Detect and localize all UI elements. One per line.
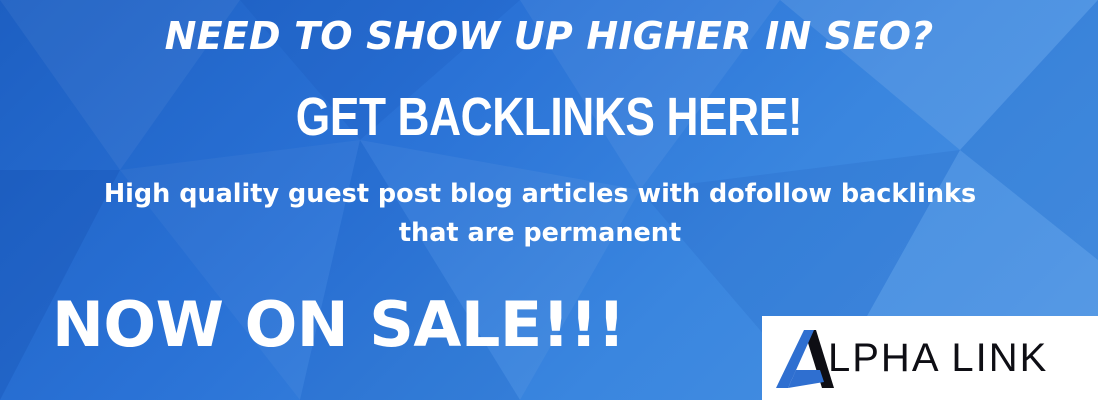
headline-main: GET BACKLINKS HERE!: [295, 87, 803, 147]
subtitle-line-2: that are permanent: [398, 218, 682, 248]
sale-text: NOW ON SALE!!!: [52, 288, 626, 361]
alpha-a-icon: [776, 330, 834, 388]
alpha-link-logo: LPHA LINK: [762, 316, 1098, 400]
logo-text: LPHA LINK: [828, 336, 1049, 380]
subtitle-line-1: High quality guest post blog articles wi…: [103, 179, 977, 209]
subtitle: High quality guest post blog articles wi…: [40, 175, 1040, 253]
promo-banner: NEED TO SHOW UP HIGHER IN SEO? GET BACKL…: [0, 0, 1098, 400]
headline-question: NEED TO SHOW UP HIGHER IN SEO?: [164, 14, 934, 58]
